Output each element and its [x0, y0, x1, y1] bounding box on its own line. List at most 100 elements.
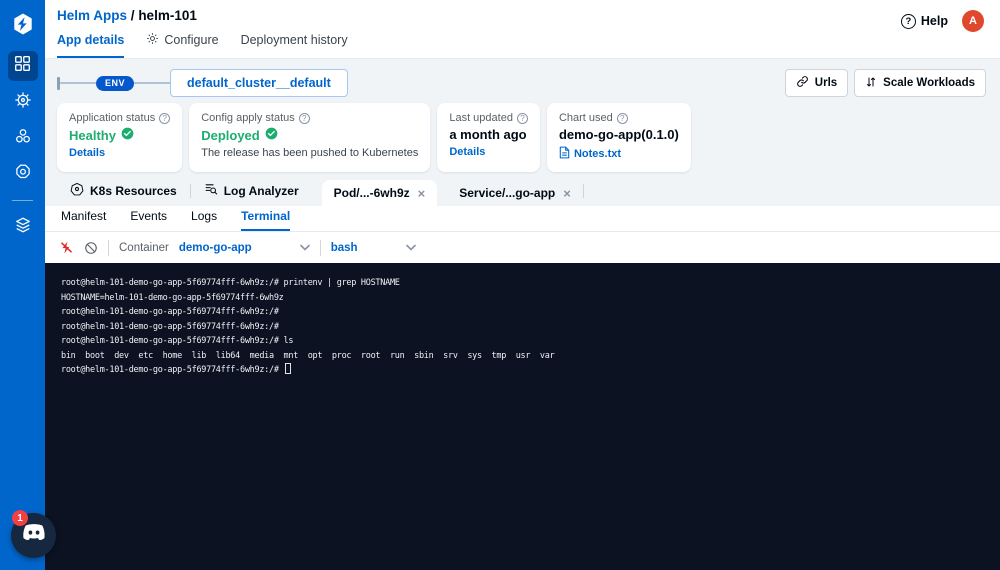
shell-select-value: bash [330, 241, 358, 254]
toolbar-separator [108, 239, 109, 256]
discord-icon [21, 523, 47, 548]
log-analyzer-label: Log Analyzer [223, 183, 299, 198]
environment-chip[interactable]: default_cluster__default [170, 69, 348, 97]
notification-badge: 1 [12, 510, 28, 526]
terminal-line: root@helm-101-demo-go-app-5f69774fff-6wh… [61, 336, 294, 346]
container-select-value: demo-go-app [178, 241, 252, 254]
chart-used-label: Chart used [558, 112, 613, 124]
application-status-card: Application status ? Healthy Details [57, 103, 183, 172]
breadcrumb-separator: / [130, 8, 135, 23]
app-details-section: ENV default_cluster__default Urls Scale … [45, 59, 1000, 206]
tab-manifest[interactable]: Manifest [61, 209, 106, 231]
question-circle-icon[interactable]: ? [616, 112, 628, 124]
status-cards: Application status ? Healthy Details Con… [45, 96, 1000, 172]
help-button[interactable]: ? Help [900, 13, 948, 29]
tab-configure-label: Configure [164, 33, 219, 47]
config-status-description: The release has been pushed to Kubernete… [201, 147, 419, 159]
sidebar-item-clusters[interactable] [8, 159, 38, 189]
main-panel: Helm Apps / helm-101 App details Configu… [45, 0, 1000, 570]
sidebar-item-resource-browser[interactable] [8, 212, 38, 242]
config-apply-status-card: Config apply status ? Deployed The relea… [189, 103, 431, 172]
toolbar-separator [319, 239, 321, 256]
application-status-label: Application status [69, 112, 156, 124]
notes-txt-label: Notes.txt [573, 148, 622, 160]
discord-chat-widget[interactable]: 1 [11, 510, 56, 558]
terminal-line: root@helm-101-demo-go-app-5f69774fff-6wh… [61, 278, 400, 288]
header-right: ? Help A [900, 10, 984, 32]
terminal-line: bin boot dev etc home lib lib64 media mn… [61, 350, 555, 361]
grid-icon [14, 55, 31, 77]
sidebar-nav [0, 0, 45, 570]
terminal-output[interactable]: root@helm-101-demo-go-app-5f69774fff-6wh… [45, 263, 1000, 570]
urls-button-label: Urls [814, 77, 838, 89]
k8s-resources-label: K8s Resources [90, 183, 177, 198]
k8s-icon [70, 182, 84, 199]
sidebar-item-applications[interactable] [7, 51, 38, 81]
pod-detail-tabs: Manifest Events Logs Terminal [45, 206, 1000, 232]
app-header: Helm Apps / helm-101 App details Configu… [45, 0, 1000, 59]
container-select[interactable]: demo-go-app [179, 242, 310, 254]
gear-octagon-icon [14, 163, 32, 186]
resource-tab-bar: K8s Resources Log Analyzer Pod/...-6wh9z… [45, 172, 1000, 206]
tab-pod-6wh9z[interactable]: Pod/...-6wh9z × [321, 180, 438, 206]
notes-txt-link[interactable]: Notes.txt [559, 146, 679, 162]
sidebar-divider [12, 200, 33, 201]
last-updated-value: a month ago [449, 127, 527, 142]
env-connector-line [60, 82, 96, 84]
env-actions: Urls Scale Workloads [784, 69, 986, 97]
close-icon[interactable]: × [563, 187, 571, 200]
question-circle-icon[interactable]: ? [516, 112, 528, 124]
help-label: Help [920, 14, 948, 28]
last-updated-details-link[interactable]: Details [449, 146, 528, 158]
disconnect-icon[interactable] [59, 240, 74, 255]
chevron-down-icon [405, 242, 416, 254]
log-search-icon [204, 182, 218, 199]
terminal-cursor [284, 363, 291, 374]
breadcrumb: Helm Apps / helm-101 [57, 8, 984, 23]
link-icon [796, 75, 809, 91]
question-circle-icon: ? [900, 13, 916, 29]
tab-deployment-history[interactable]: Deployment history [241, 32, 348, 58]
terminal-toolbar: Container demo-go-app bash [45, 232, 1000, 263]
tab-app-details[interactable]: App details [57, 32, 125, 58]
avatar[interactable]: A [962, 10, 984, 32]
question-circle-icon[interactable]: ? [298, 112, 310, 124]
terminal-prompt-line: root@helm-101-demo-go-app-5f69774fff-6wh… [61, 363, 984, 378]
scale-workloads-button[interactable]: Scale Workloads [854, 69, 986, 97]
pod-tab-label: Pod/...-6wh9z [333, 186, 410, 200]
question-circle-icon[interactable]: ? [159, 112, 171, 124]
chart-used-card: Chart used ? demo-go-app(0.1.0) Notes.tx… [546, 103, 691, 172]
tab-log-analyzer[interactable]: Log Analyzer [191, 182, 312, 206]
service-tab-label: Service/...go-app [459, 186, 556, 200]
sidebar-item-app-groups[interactable] [8, 123, 38, 153]
tab-logs[interactable]: Logs [191, 209, 217, 231]
terminal-line: HOSTNAME=helm-101-demo-go-app-5f69774fff… [61, 292, 284, 303]
application-status-details-link[interactable]: Details [69, 147, 170, 159]
tab-terminal[interactable]: Terminal [241, 209, 291, 231]
scale-workloads-label: Scale Workloads [883, 77, 975, 89]
last-updated-label: Last updated [449, 112, 513, 124]
tab-events[interactable]: Events [130, 209, 167, 231]
clear-terminal-icon[interactable] [84, 241, 98, 255]
layers-icon [14, 216, 32, 239]
sidebar-item-chart-store[interactable] [8, 87, 38, 117]
check-circle-icon [121, 127, 134, 143]
app-window: Helm Apps / helm-101 App details Configu… [0, 0, 1000, 570]
last-updated-card: Last updated ? a month ago Details [437, 103, 540, 172]
tab-k8s-resources[interactable]: K8s Resources [57, 182, 190, 206]
breadcrumb-current-app: helm-101 [138, 8, 197, 23]
circles-group-icon [14, 127, 32, 150]
document-icon [559, 146, 570, 162]
tab-service-go-app[interactable]: Service/...go-app × [447, 180, 583, 206]
chart-used-value: demo-go-app(0.1.0) [558, 127, 679, 142]
config-status-label: Config apply status [201, 112, 295, 124]
breadcrumb-helm-apps-link[interactable]: Helm Apps [57, 8, 127, 23]
devtron-logo-icon[interactable] [0, 0, 45, 48]
terminal-line: root@helm-101-demo-go-app-5f69774fff-6wh… [61, 307, 279, 317]
shell-select[interactable]: bash [331, 242, 416, 254]
gear-icon [146, 32, 159, 48]
close-icon[interactable]: × [418, 187, 426, 200]
tab-configure[interactable]: Configure [146, 32, 219, 58]
urls-button[interactable]: Urls [784, 69, 849, 97]
tab-separator [582, 184, 584, 198]
